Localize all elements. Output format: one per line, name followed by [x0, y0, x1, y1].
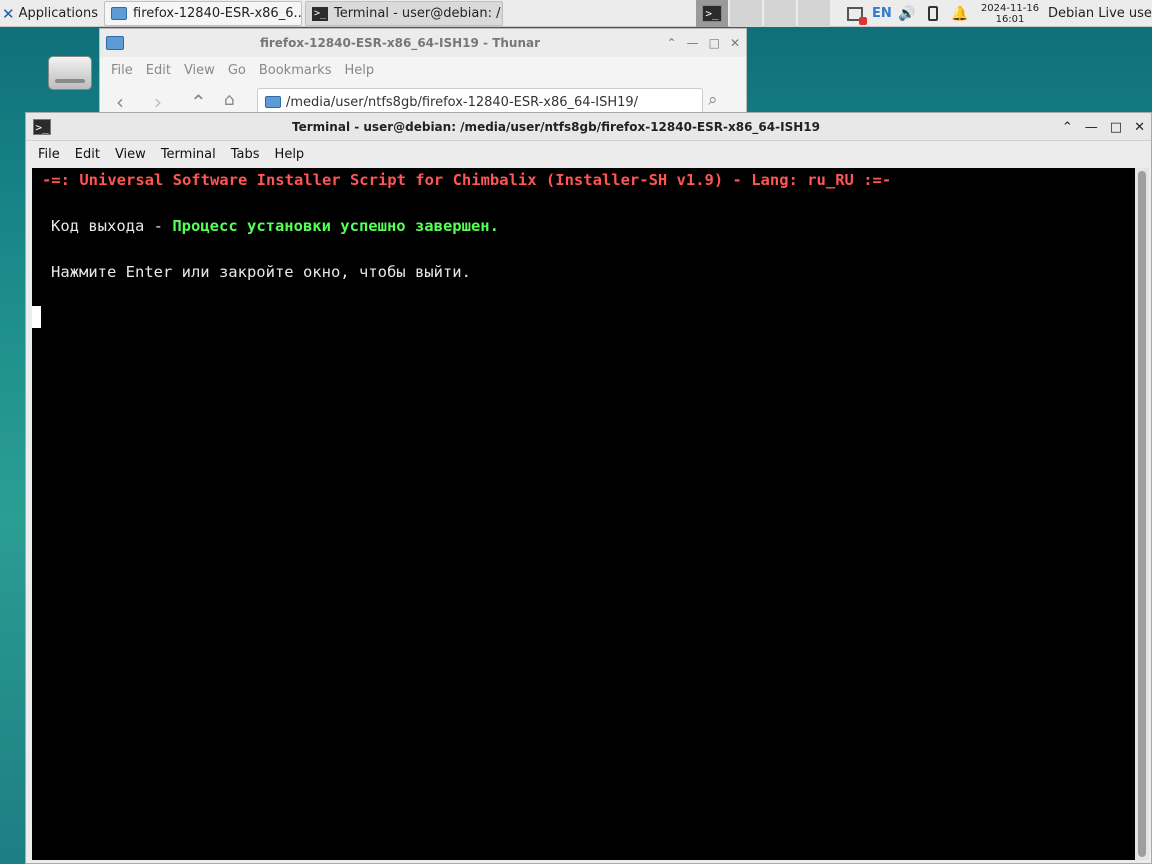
- applications-label: Applications: [18, 6, 98, 21]
- workspace-4[interactable]: [798, 0, 830, 27]
- terminal-window: >_ Terminal - user@debian: /media/user/n…: [25, 112, 1152, 864]
- terminal-scrollbar[interactable]: [1135, 168, 1149, 860]
- menu-go[interactable]: Go: [217, 63, 246, 78]
- menu-edit[interactable]: Edit: [135, 63, 171, 78]
- terminal-menubar: File Edit View Terminal Tabs Help: [26, 142, 1151, 167]
- exit-status-text: Процесс установки успешно завершен.: [172, 217, 499, 235]
- notification-bell-icon[interactable]: 🔔: [951, 0, 968, 27]
- top-panel: ✕ Applications firefox-12840-ESR-x86_6..…: [0, 0, 1152, 27]
- drive-icon[interactable]: [48, 56, 92, 90]
- thunar-window: firefox-12840-ESR-x86_64-ISH19 - Thunar …: [99, 28, 747, 118]
- menu-file[interactable]: File: [38, 147, 60, 162]
- terminal-icon: >_: [312, 6, 328, 21]
- menu-terminal[interactable]: Terminal: [161, 147, 216, 162]
- text-cursor: [32, 306, 41, 328]
- exit-prompt-line: Нажмите Enter или закройте окно, чтобы в…: [51, 263, 471, 281]
- menu-view[interactable]: View: [173, 63, 215, 78]
- taskbar-item-label: firefox-12840-ESR-x86_6...: [133, 6, 302, 21]
- menu-file[interactable]: File: [100, 63, 133, 78]
- thunar-menubar: File Edit View Go Bookmarks Help: [100, 57, 746, 83]
- clock-date: 2024-11-16: [980, 2, 1040, 14]
- minimize-button[interactable]: —: [687, 36, 699, 50]
- search-icon[interactable]: ⌕: [708, 90, 718, 110]
- terminal-titlebar[interactable]: >_ Terminal - user@debian: /media/user/n…: [26, 113, 1151, 141]
- terminal-output[interactable]: -=: Universal Software Installer Script …: [32, 168, 1135, 860]
- up-arrow-icon[interactable]: ⌃: [190, 90, 207, 114]
- close-button[interactable]: ✕: [1134, 120, 1145, 135]
- forward-arrow-icon[interactable]: ›: [154, 90, 162, 114]
- maximize-button[interactable]: □: [709, 36, 720, 50]
- menu-help[interactable]: Help: [333, 63, 374, 78]
- clock-time: 16:01: [995, 13, 1025, 25]
- menu-view[interactable]: View: [115, 147, 146, 162]
- keyboard-layout-indicator[interactable]: EN: [872, 0, 892, 27]
- thunar-titlebar[interactable]: firefox-12840-ESR-x86_64-ISH19 - Thunar …: [100, 29, 746, 57]
- volume-icon[interactable]: 🔊: [898, 0, 915, 27]
- maximize-button[interactable]: □: [1110, 120, 1122, 135]
- back-arrow-icon[interactable]: ‹: [116, 90, 124, 114]
- scrollbar-thumb[interactable]: [1138, 171, 1146, 857]
- workspace-3[interactable]: [764, 0, 796, 27]
- xfce-logo-icon: ✕: [2, 4, 15, 23]
- close-button[interactable]: ✕: [730, 36, 740, 50]
- session-user-menu[interactable]: Debian Live user: [1048, 0, 1152, 27]
- menu-tabs[interactable]: Tabs: [231, 147, 260, 162]
- battery-icon[interactable]: [926, 0, 940, 27]
- menu-edit[interactable]: Edit: [75, 147, 100, 162]
- menu-bookmarks[interactable]: Bookmarks: [248, 63, 332, 78]
- menu-help[interactable]: Help: [275, 147, 305, 162]
- workspace-1[interactable]: >_: [696, 0, 728, 27]
- taskbar-item-thunar[interactable]: firefox-12840-ESR-x86_6...: [104, 1, 302, 26]
- folder-icon: [111, 7, 127, 20]
- clock[interactable]: 2024-11-16 16:01: [978, 0, 1042, 27]
- exit-code-label: Код выхода -: [51, 217, 173, 235]
- folder-icon: [265, 96, 281, 108]
- taskbar-item-label: Terminal - user@debian: /...: [334, 6, 503, 21]
- terminal-window-title: Terminal - user@debian: /media/user/ntfs…: [292, 120, 820, 134]
- terminal-icon: >_: [702, 5, 722, 22]
- exit-code-line: Код выхода - Процесс установки успешно з…: [51, 217, 499, 235]
- workspace-switcher: >_: [696, 0, 832, 27]
- thunar-window-title: firefox-12840-ESR-x86_64-ISH19 - Thunar: [259, 36, 541, 50]
- installer-header-line: -=: Universal Software Installer Script …: [42, 171, 892, 189]
- applications-menu-button[interactable]: ✕ Applications: [2, 0, 102, 27]
- workspace-2[interactable]: [730, 0, 762, 27]
- network-status-icon[interactable]: [843, 0, 867, 27]
- chevron-up-icon[interactable]: ⌃: [1062, 120, 1073, 135]
- chevron-up-icon[interactable]: ⌃: [667, 36, 677, 50]
- taskbar-item-terminal[interactable]: >_ Terminal - user@debian: /...: [305, 1, 503, 26]
- location-path: /media/user/ntfs8gb/firefox-12840-ESR-x8…: [286, 95, 639, 110]
- home-icon[interactable]: ⌂: [224, 90, 235, 110]
- minimize-button[interactable]: —: [1085, 120, 1098, 135]
